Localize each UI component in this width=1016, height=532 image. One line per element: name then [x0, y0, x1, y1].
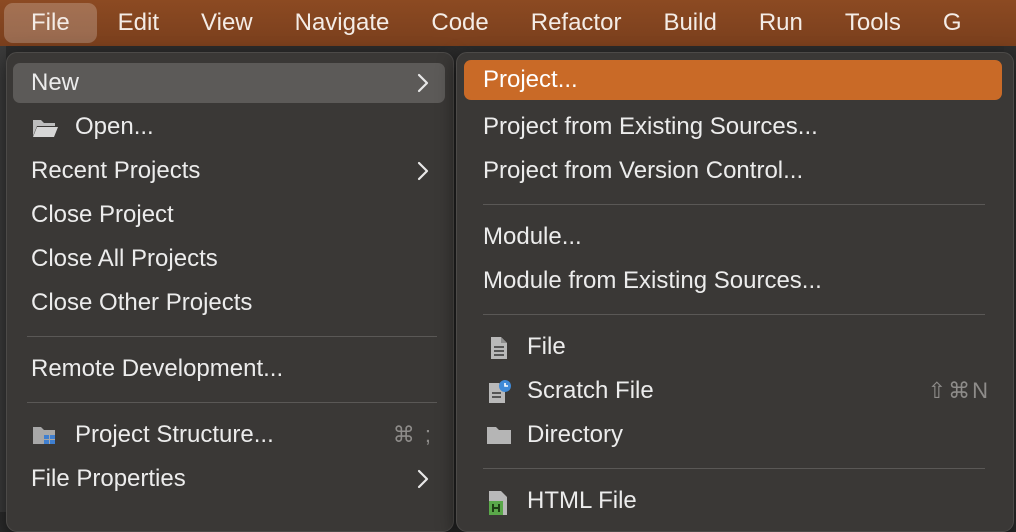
menu-item-module-from-existing-sources[interactable]: Module from Existing Sources...	[464, 261, 1002, 301]
menu-item-recent-projects[interactable]: Recent Projects	[13, 151, 445, 191]
menu-item-label: Project Structure...	[75, 421, 274, 448]
menu-item-label: Module from Existing Sources...	[483, 267, 822, 294]
menu-item-label: Close All Projects	[31, 245, 218, 272]
menu-item-file[interactable]: File	[464, 327, 1002, 367]
menu-item-label: Module...	[483, 223, 582, 250]
menu-item-label: Directory	[527, 421, 624, 448]
menu-item-module[interactable]: Module...	[464, 217, 1002, 257]
folder-icon	[485, 423, 511, 447]
menu-separator	[27, 336, 437, 337]
menu-item-label: Project from Version Control...	[483, 157, 804, 184]
menu-item-close-project[interactable]: Close Project	[13, 195, 445, 235]
chevron-right-icon	[411, 459, 435, 499]
menu-item-file-properties[interactable]: File Properties	[13, 459, 445, 499]
menu-item-label: File Properties	[31, 465, 186, 492]
file-icon	[485, 335, 511, 359]
html-file-icon	[485, 489, 511, 515]
menu-separator	[483, 468, 985, 469]
menu-bar: File Edit View Navigate Code Refactor Bu…	[0, 0, 1016, 46]
menu-separator	[483, 204, 985, 205]
menu-code[interactable]: Code	[410, 0, 509, 46]
folder-open-icon	[31, 115, 58, 139]
menu-item-scratch-file[interactable]: Scratch File ⇧⌘N	[464, 371, 1002, 411]
shortcut-label: ⇧⌘N	[927, 378, 990, 403]
menu-separator	[27, 402, 437, 403]
chevron-right-icon	[411, 151, 435, 191]
menu-refactor[interactable]: Refactor	[510, 0, 643, 46]
menu-item-label: Project...	[483, 66, 578, 93]
menu-item-open[interactable]: Open...	[13, 107, 445, 147]
file-menu: New Open... Recent Projects Close Projec…	[6, 52, 454, 532]
menu-item-close-all-projects[interactable]: Close All Projects	[13, 239, 445, 279]
menu-item-new[interactable]: New	[13, 63, 445, 103]
menu-item-label: Scratch File	[527, 377, 654, 404]
new-submenu: Project... Project from Existing Sources…	[456, 52, 1014, 532]
menu-item-label: Project from Existing Sources...	[483, 113, 818, 140]
menu-navigate[interactable]: Navigate	[274, 0, 411, 46]
menu-item-project[interactable]: Project...	[464, 60, 1002, 100]
shortcut-label: ⌘ ;	[392, 422, 433, 447]
menu-item-label: Close Other Projects	[31, 289, 253, 316]
menu-separator	[483, 314, 985, 315]
menu-edit[interactable]: Edit	[97, 0, 180, 46]
menu-build[interactable]: Build	[642, 0, 737, 46]
menu-item-remote-development[interactable]: Remote Development...	[13, 349, 445, 389]
menu-git[interactable]: G	[922, 0, 983, 46]
menu-item-label: Remote Development...	[31, 355, 284, 382]
menu-item-project-from-version-control[interactable]: Project from Version Control...	[464, 151, 1002, 191]
menu-file[interactable]: File	[4, 3, 97, 43]
menu-tools[interactable]: Tools	[824, 0, 922, 46]
menu-item-label: Recent Projects	[31, 157, 201, 184]
menu-item-project-structure[interactable]: Project Structure... ⌘ ;	[13, 415, 445, 455]
scratch-file-icon	[485, 379, 511, 403]
menu-item-directory[interactable]: Directory	[464, 415, 1002, 455]
menu-item-label: Close Project	[31, 201, 174, 228]
menu-item-project-from-existing-sources[interactable]: Project from Existing Sources...	[464, 107, 1002, 147]
project-structure-icon	[31, 423, 57, 447]
menu-item-label: File	[527, 333, 566, 360]
menu-item-label: Open...	[75, 113, 154, 140]
menu-item-label: New	[31, 69, 80, 96]
menu-item-label: HTML File	[527, 487, 637, 514]
chevron-right-icon	[411, 63, 435, 103]
menu-run[interactable]: Run	[738, 0, 824, 46]
menu-item-html-file[interactable]: HTML File	[464, 481, 1002, 521]
menu-item-close-other-projects[interactable]: Close Other Projects	[13, 283, 445, 323]
menu-view[interactable]: View	[180, 0, 274, 46]
